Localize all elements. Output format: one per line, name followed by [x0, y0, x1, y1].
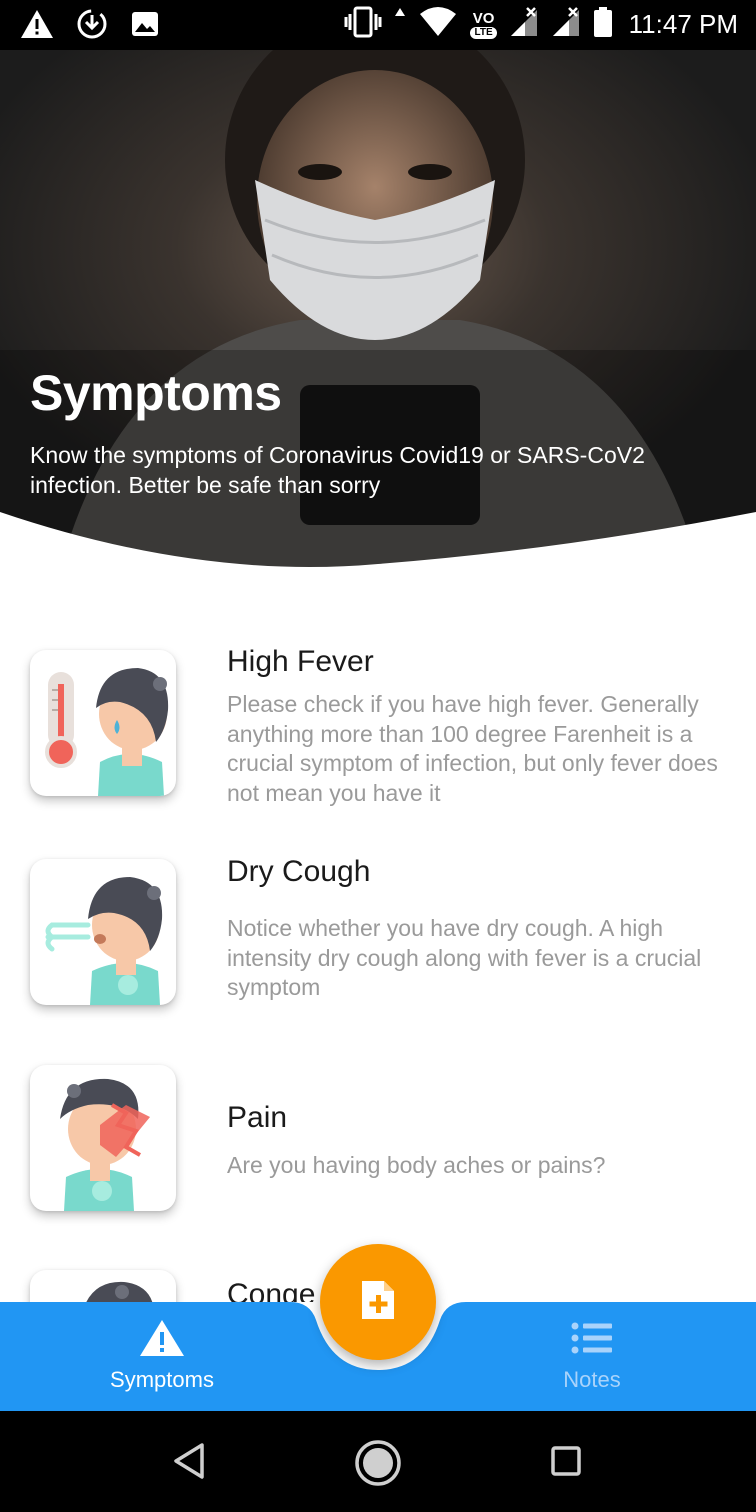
lte-label: LTE: [470, 26, 497, 39]
signal-icon: [509, 6, 539, 43]
page-subtitle: Know the symptoms of Coronavirus Covid19…: [30, 442, 645, 498]
warning-icon: [138, 1320, 186, 1362]
add-note-button[interactable]: [320, 1244, 436, 1360]
symptom-list[interactable]: High Fever Please check if you have high…: [0, 620, 756, 1302]
signal-icon: [551, 6, 581, 43]
image-icon: [130, 10, 160, 43]
status-bar: VO LTE 11:47 PM: [0, 0, 756, 50]
symptom-title: High Fever: [227, 645, 374, 678]
battery-icon: [593, 6, 613, 43]
fever-icon: [30, 650, 176, 796]
symptom-description: Notice whether you have dry cough. A hig…: [227, 915, 702, 1000]
home-icon[interactable]: [354, 1439, 402, 1492]
nav-label: Symptoms: [110, 1367, 214, 1392]
symptom-description: Are you having body aches or pains?: [227, 1152, 606, 1178]
warning-icon: [20, 9, 54, 44]
volte-lte-indicator: VO LTE: [470, 9, 497, 39]
vibrate-icon: [344, 6, 382, 43]
wifi-icon: [418, 6, 458, 43]
nav-item-symptoms[interactable]: Symptoms: [62, 1318, 262, 1393]
cough-icon: [30, 859, 176, 1005]
symptom-title: Conge: [227, 1278, 316, 1302]
clock: 11:47 PM: [628, 9, 738, 39]
symptom-title: Dry Cough: [227, 855, 371, 888]
back-icon[interactable]: [172, 1441, 208, 1486]
pain-icon: [30, 1065, 176, 1211]
download-icon: [76, 8, 108, 45]
page-title: Symptoms: [30, 365, 282, 421]
list-icon: [570, 1322, 614, 1362]
system-navigation-bar: [0, 1411, 756, 1512]
symptom-description: Please check if you have high fever. Gen…: [227, 691, 718, 806]
hero-header: Symptoms Know the symptoms of Coronaviru…: [0, 50, 756, 570]
symptom-title: Pain: [227, 1101, 288, 1134]
congestion-icon: [30, 1270, 176, 1302]
volte-label: VO: [472, 9, 495, 27]
data-arrow-icon: [394, 6, 406, 43]
nav-item-notes[interactable]: Notes: [492, 1318, 692, 1393]
recents-icon[interactable]: [550, 1445, 582, 1482]
add-note-icon: [360, 1279, 396, 1326]
nav-label: Notes: [563, 1367, 621, 1392]
